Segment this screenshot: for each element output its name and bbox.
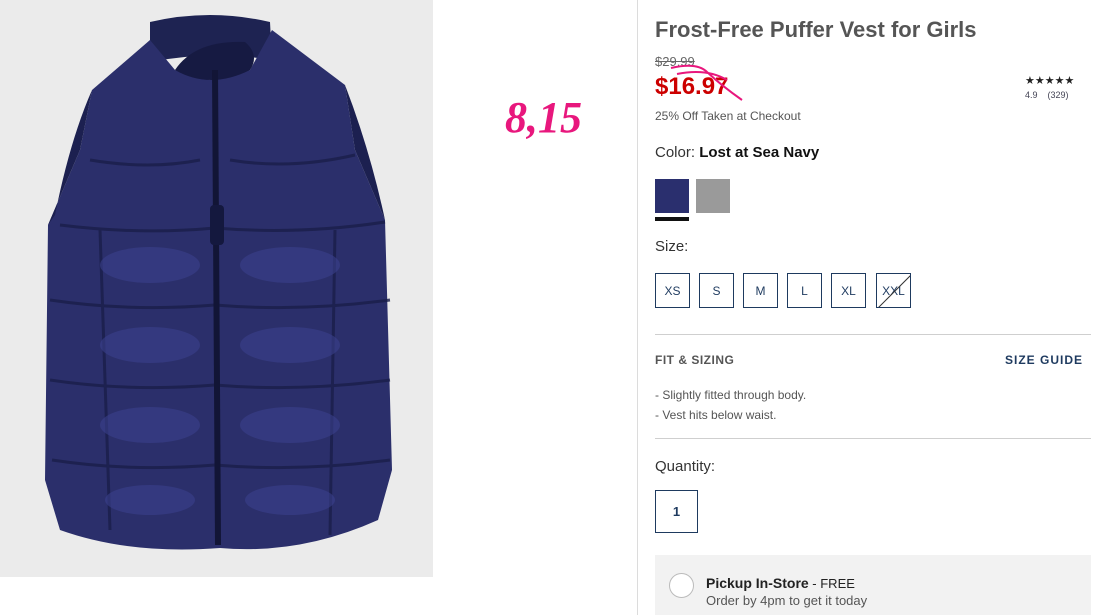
promo-text: 25% Off Taken at Checkout xyxy=(655,109,801,123)
original-price: $29.99 xyxy=(655,54,695,69)
quantity-selector[interactable]: 1 xyxy=(655,490,698,533)
color-swatch-grey[interactable] xyxy=(696,179,730,213)
size-label: Size: xyxy=(655,238,689,255)
handwritten-annotation: 8,15 xyxy=(505,93,582,142)
size-guide-link[interactable]: SIZE GUIDE xyxy=(1005,353,1083,367)
selected-swatch-indicator xyxy=(655,217,689,221)
pickup-in-store-option[interactable]: Pickup In-Store - FREE Order by 4pm to g… xyxy=(655,555,1091,615)
size-button-l[interactable]: L xyxy=(787,273,822,308)
pickup-radio-button[interactable] xyxy=(669,573,694,598)
color-label-row: Color: Lost at Sea Navy xyxy=(655,144,819,161)
size-button-xxl[interactable]: XXL xyxy=(876,273,911,308)
section-divider xyxy=(655,438,1091,439)
column-divider xyxy=(637,0,638,615)
star-rating-icon: ★★★★★ xyxy=(1025,75,1075,87)
color-swatch-navy[interactable] xyxy=(655,179,689,213)
product-title: Frost-Free Puffer Vest for Girls xyxy=(655,17,977,42)
size-button-m[interactable]: M xyxy=(743,273,778,308)
product-rating[interactable]: ★★★★★ 4.9 (329) xyxy=(1025,75,1079,100)
pickup-subtitle: Order by 4pm to get it today xyxy=(706,593,868,608)
quantity-label: Quantity: xyxy=(655,458,716,475)
section-divider xyxy=(655,334,1091,335)
product-image[interactable] xyxy=(0,0,433,577)
product-info-panel: Frost-Free Puffer Vest for Girls $29.99 … xyxy=(655,0,1091,615)
size-button-s[interactable]: S xyxy=(699,273,734,308)
selected-color-name: Lost at Sea Navy xyxy=(699,144,820,161)
sale-price: $16.97 xyxy=(655,73,729,100)
list-item: Slightly fitted through body. xyxy=(655,385,806,405)
unavailable-slash-icon xyxy=(878,275,910,307)
fit-sizing-heading: FIT & SIZING xyxy=(655,353,735,367)
pickup-title: Pickup In-Store xyxy=(706,575,809,591)
list-item: Vest hits below waist. xyxy=(655,405,806,425)
puffer-vest-illustration xyxy=(0,0,433,577)
fit-details-list: Slightly fitted through body. Vest hits … xyxy=(655,385,806,425)
pickup-free-label: - FREE xyxy=(808,576,855,591)
review-count: (329) xyxy=(1047,90,1069,100)
size-button-xl[interactable]: XL xyxy=(831,273,866,308)
color-label: Color: xyxy=(655,144,696,161)
rating-score: 4.9 xyxy=(1025,90,1038,100)
size-button-xs[interactable]: XS xyxy=(655,273,690,308)
